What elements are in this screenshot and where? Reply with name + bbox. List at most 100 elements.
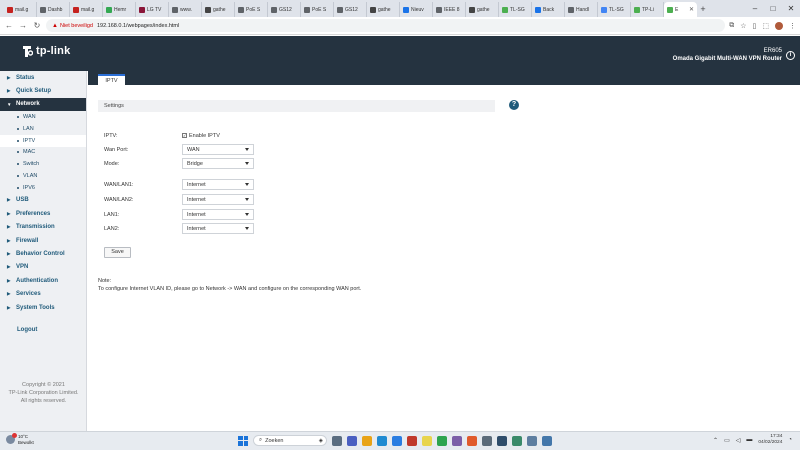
forward-icon[interactable]: →	[18, 21, 28, 30]
browser-tab[interactable]: Dashb	[37, 2, 70, 17]
battery-icon[interactable]: ▬	[746, 437, 752, 443]
checkbox-checked-icon[interactable]: ✓	[182, 133, 187, 138]
store-icon[interactable]	[392, 435, 402, 446]
browser-tab[interactable]: E ✕	[664, 2, 697, 17]
mode-select[interactable]: Bridge	[182, 158, 254, 169]
sidebar-item-behavior-control[interactable]: ▶ Behavior Control	[0, 247, 86, 260]
sidebar-item-vpn[interactable]: ▶ VPN	[0, 261, 86, 274]
wan-lan1-select[interactable]: Internet	[182, 179, 254, 190]
calculator-icon[interactable]	[482, 435, 492, 446]
outlook-icon[interactable]	[407, 435, 417, 446]
security-indicator[interactable]: ▲ Niet beveiligd	[52, 23, 93, 29]
browser-tab[interactable]: GS12	[334, 2, 367, 17]
browser-tab[interactable]: GS12	[268, 2, 301, 17]
volume-icon[interactable]: ◁	[736, 437, 741, 444]
translate-icon[interactable]: ⧉	[729, 22, 734, 30]
logout-link[interactable]: Logout	[17, 327, 37, 333]
file-explorer-icon[interactable]	[362, 435, 372, 446]
weather-widget[interactable]: 10°C Bewolkt	[6, 433, 34, 445]
browser-tab[interactable]: PoE S	[301, 2, 334, 17]
browser-tab[interactable]: TL-SG	[598, 2, 631, 17]
help-icon[interactable]: ?	[509, 100, 519, 110]
bookmark-star-icon[interactable]: ☆	[740, 22, 746, 30]
browser-tab[interactable]: Hemr	[103, 2, 136, 17]
close-tab-icon[interactable]: ✕	[689, 6, 694, 13]
extensions-icon[interactable]: ⬚	[762, 22, 769, 30]
lan1-select[interactable]: Internet	[182, 209, 254, 220]
browser-tab[interactable]: PoE S	[235, 2, 268, 17]
menu-kebab-icon[interactable]: ⋮	[789, 22, 796, 30]
task-view-icon[interactable]	[332, 435, 342, 446]
sidebar-subitem-lan[interactable]: LAN	[0, 123, 86, 135]
sidebar-item-status[interactable]: ▶ Status	[0, 71, 86, 84]
copyright-line: All rights reserved.	[20, 398, 67, 404]
sidebar-item-preferences[interactable]: ▶ Preferences	[0, 207, 86, 220]
tab-iptv[interactable]: IPTV	[98, 74, 125, 85]
wan-port-select[interactable]: WAN	[182, 144, 254, 155]
browser-tab[interactable]: mail.g	[4, 2, 37, 17]
browser-tab[interactable]: Nieuv	[400, 2, 433, 17]
sidebar-subitem-vlan[interactable]: VLAN	[0, 170, 86, 182]
address-bar[interactable]: ▲ Niet beveiligd 192.168.0.1/webpages/in…	[46, 19, 726, 32]
windows-start-icon[interactable]	[238, 435, 248, 446]
browser-tab[interactable]: Handl	[565, 2, 598, 17]
browser-tab[interactable]: IEEE 8	[433, 2, 466, 17]
network-icon[interactable]: ▭	[724, 437, 730, 444]
save-button[interactable]: Save	[104, 247, 131, 258]
sidebar-item-authentication[interactable]: ▶ Authentication	[0, 274, 86, 287]
back-icon[interactable]: ←	[4, 21, 14, 30]
enable-iptv-checkbox[interactable]: ✓ Enable IPTV	[182, 133, 220, 139]
wan-lan1-row: WAN/LAN1: Internet	[104, 179, 254, 190]
app-icon[interactable]	[512, 435, 522, 446]
browser-tab[interactable]: gathe	[466, 2, 499, 17]
sidebar-item-network[interactable]: ▼ Network	[0, 97, 86, 112]
maximize-icon[interactable]: □	[764, 0, 782, 17]
sidebar-subitem-ipv6[interactable]: IPV6	[0, 182, 86, 194]
sidebar-subitem-mac[interactable]: MAC	[0, 147, 86, 159]
browser-tab[interactable]: LG TV	[136, 2, 169, 17]
edge-icon[interactable]	[377, 435, 387, 446]
browser-tab[interactable]: mail.g	[70, 2, 103, 17]
new-tab-icon[interactable]: +	[697, 2, 709, 17]
remote-desktop-icon[interactable]	[527, 435, 537, 446]
iptv-label: IPTV:	[104, 132, 118, 139]
url-text[interactable]: 192.168.0.1/webpages/index.html	[97, 23, 179, 29]
taskbar-search[interactable]: ⌕ Zoeken ◈	[253, 435, 327, 446]
browser-tab[interactable]: www.	[169, 2, 202, 17]
notifications-icon[interactable]: ◔	[788, 437, 792, 443]
teams-icon[interactable]	[347, 435, 357, 446]
sidebar-item-firewall[interactable]: ▶ Firewall	[0, 234, 86, 247]
app-icon[interactable]	[467, 435, 477, 446]
sidebar-subitem-iptv[interactable]: IPTV	[0, 134, 86, 147]
sticky-notes-icon[interactable]	[422, 435, 432, 446]
browser-tab[interactable]: Back	[532, 2, 565, 17]
favicon-icon	[436, 6, 442, 13]
browser-tab[interactable]: gathe	[367, 2, 400, 17]
snipping-tool-icon[interactable]	[542, 435, 552, 446]
sidebar-item-quick-setup[interactable]: ▶ Quick Setup	[0, 84, 86, 97]
sidebar-subitem-switch[interactable]: Switch	[0, 158, 86, 170]
browser-tab[interactable]: TP-Li	[631, 2, 664, 17]
chrome-icon[interactable]	[437, 435, 447, 446]
browser-tab[interactable]: gathe	[202, 2, 235, 17]
reload-icon[interactable]: ↻	[32, 21, 42, 30]
sidebar-item-usb[interactable]: ▶ USB	[0, 194, 86, 207]
terminal-icon[interactable]	[497, 435, 507, 446]
chevron-up-icon[interactable]: ⌃	[713, 437, 718, 444]
sidebar-icon[interactable]: ▯	[753, 22, 757, 30]
app-icon[interactable]	[452, 435, 462, 446]
browser-tab[interactable]: TL-SG	[499, 2, 532, 17]
info-icon[interactable]: i	[786, 51, 795, 60]
lan2-select[interactable]: Internet	[182, 223, 254, 234]
wan-lan2-select[interactable]: Internet	[182, 194, 254, 205]
sidebar-item-transmission[interactable]: ▶ Transmission	[0, 221, 86, 234]
sidebar-subitem-wan[interactable]: WAN	[0, 111, 86, 123]
profile-avatar[interactable]	[775, 21, 783, 30]
sidebar-item-system-tools[interactable]: ▶ System Tools	[0, 301, 86, 314]
taskbar-apps: ⌕ Zoeken ◈	[238, 435, 552, 446]
clock[interactable]: 17:34 04/02/2024	[758, 434, 782, 446]
close-window-icon[interactable]: ✕	[782, 0, 800, 17]
sidebar-item-services[interactable]: ▶ Services	[0, 287, 86, 300]
wan-lan1-value: Internet	[187, 181, 206, 188]
minimize-icon[interactable]: –	[746, 0, 764, 17]
